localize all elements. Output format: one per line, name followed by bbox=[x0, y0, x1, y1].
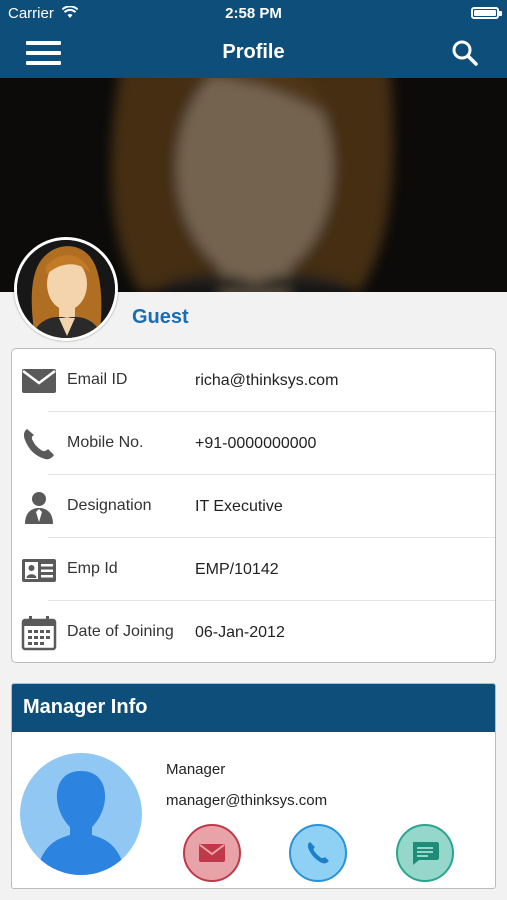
status-bar: Carrier 2:58 PM bbox=[0, 0, 507, 28]
manager-header: Manager Info bbox=[12, 684, 495, 732]
info-value: +91-0000000000 bbox=[195, 435, 317, 452]
manager-header-title: Manager Info bbox=[23, 696, 148, 718]
info-value: richa@thinksys.com bbox=[195, 372, 339, 389]
info-row-designation: Designation IT Executive bbox=[12, 475, 495, 538]
info-value: EMP/10142 bbox=[195, 561, 279, 578]
chat-manager-button[interactable] bbox=[396, 824, 454, 882]
chat-icon bbox=[413, 842, 439, 865]
id-card-icon bbox=[22, 559, 56, 582]
info-value: 06-Jan-2012 bbox=[195, 624, 285, 641]
info-label: Emp Id bbox=[67, 560, 118, 577]
info-row-emp-id: Emp Id EMP/10142 bbox=[12, 538, 495, 601]
manager-avatar[interactable] bbox=[20, 753, 142, 875]
info-row-email: Email ID richa@thinksys.com bbox=[12, 349, 495, 412]
manager-info-card: Manager Info Manager manager@thinksys.co… bbox=[11, 683, 496, 889]
battery-icon bbox=[471, 7, 502, 19]
nav-bar: Profile bbox=[0, 28, 507, 78]
info-label: Email ID bbox=[67, 371, 128, 388]
info-label: Mobile No. bbox=[67, 434, 144, 451]
profile-info-card: Email ID richa@thinksys.com Mobile No. +… bbox=[11, 348, 496, 663]
info-value: IT Executive bbox=[195, 498, 283, 515]
manager-role: Manager bbox=[166, 761, 226, 778]
info-label: Date of Joining bbox=[67, 623, 174, 640]
person-icon bbox=[25, 492, 53, 524]
call-icon bbox=[307, 842, 329, 864]
status-time: 2:58 PM bbox=[225, 5, 282, 22]
info-label: Designation bbox=[67, 497, 152, 514]
profile-name: Guest bbox=[132, 306, 189, 328]
info-row-mobile: Mobile No. +91-0000000000 bbox=[12, 412, 495, 475]
email-manager-button[interactable] bbox=[183, 824, 241, 882]
menu-icon[interactable] bbox=[26, 41, 61, 65]
manager-email: manager@thinksys.com bbox=[166, 792, 328, 809]
phone-icon bbox=[23, 429, 54, 460]
search-icon[interactable] bbox=[451, 39, 479, 67]
info-row-joining-date: Date of Joining 06-Jan-2012 bbox=[12, 601, 495, 664]
calendar-icon bbox=[21, 616, 57, 651]
mail-icon bbox=[199, 844, 225, 862]
profile-avatar[interactable] bbox=[14, 237, 118, 341]
envelope-icon bbox=[22, 369, 56, 393]
call-manager-button[interactable] bbox=[289, 824, 347, 882]
page-title: Profile bbox=[222, 41, 285, 63]
